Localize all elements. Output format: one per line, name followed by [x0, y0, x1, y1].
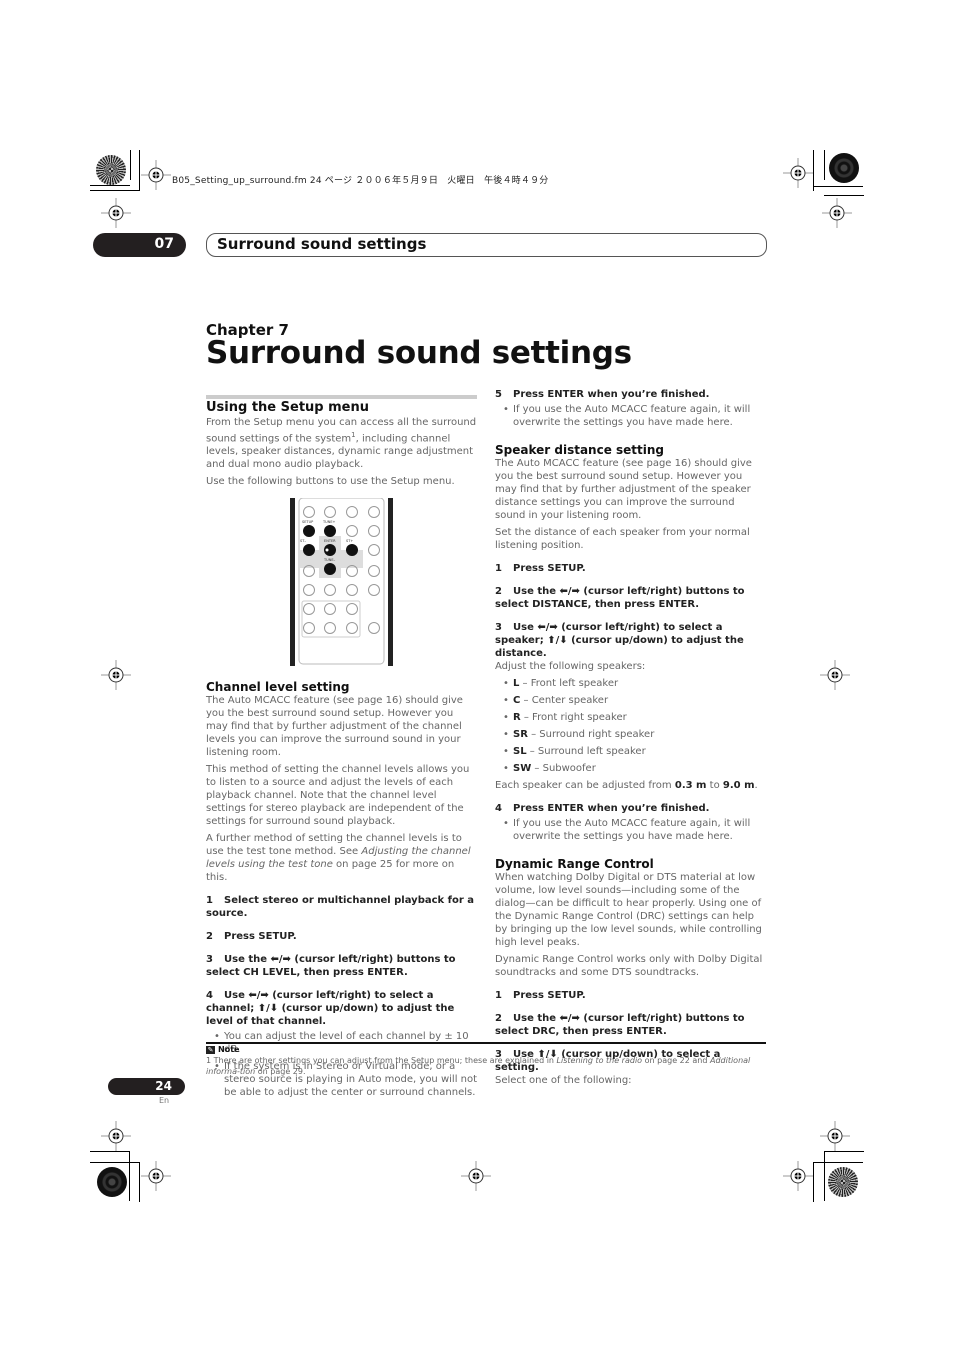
running-header-text: Surround sound settings [217, 235, 427, 253]
step: 2 Use the ⬅/➡ (cursor left/right) buttons… [495, 1013, 745, 1037]
right-column: 5Press ENTER when you’re finished. If yo… [495, 378, 767, 1091]
registration-mark-icon [783, 1161, 813, 1191]
svg-text:ENTER: ENTER [324, 539, 336, 543]
speaker-item: SR – Surround right speaker [495, 728, 767, 741]
registration-mark-icon [141, 160, 171, 190]
registration-mark-icon [820, 660, 850, 690]
registration-disk-icon [96, 155, 126, 185]
step: 3 Use the ⬅/➡ (cursor left/right) buttons… [206, 954, 456, 978]
step: 1 Select stereo or multichannel playback … [206, 895, 475, 919]
step: 2 Press SETUP. [206, 931, 297, 942]
speaker-item: L – Front left speaker [495, 677, 767, 690]
section-heading: Dynamic Range Control [495, 857, 654, 871]
paragraph: A further method of setting the channel … [206, 833, 471, 883]
crop-line [139, 1162, 140, 1202]
step: 1 Press SETUP. [495, 563, 586, 574]
crop-line [824, 195, 864, 196]
section-rule [206, 395, 477, 399]
paragraph: From the Setup menu you can access all t… [206, 417, 477, 471]
paragraph: Adjust the following speakers: [495, 661, 646, 672]
step: 4 Press ENTER when you’re finished. [495, 803, 710, 814]
crop-line [90, 1162, 140, 1163]
note-label: Note [218, 1045, 240, 1054]
crop-line [90, 1151, 130, 1152]
setup-menu-section: Using the Setup menu From the Setup menu… [206, 400, 478, 492]
crop-line [139, 150, 140, 191]
remote-control-illustration: SETUP TUNE+ ST– ENTER ST+ TUNE– [290, 497, 393, 666]
chapter-number: 07 [154, 236, 174, 252]
registration-mark-icon [461, 1161, 491, 1191]
paragraph: When watching Dolby Digital or DTS mater… [495, 872, 762, 948]
crop-line [90, 190, 140, 191]
crop-line [813, 150, 814, 191]
crop-line [824, 1151, 825, 1201]
svg-text:ST+: ST+ [346, 539, 353, 543]
language-label: En [159, 1096, 170, 1105]
paragraph: This method of setting the channel level… [206, 764, 470, 827]
step: 5 Press ENTER when you’re finished. [495, 389, 710, 400]
crop-line [130, 150, 131, 180]
page-title: Surround sound settings [206, 335, 632, 371]
step: 2 Use the ⬅/➡ (cursor left/right) buttons… [495, 586, 745, 610]
registration-mark-icon [822, 198, 852, 228]
registration-disk-icon [828, 1167, 858, 1197]
crop-line [813, 186, 863, 187]
paragraph: Set the distance of each speaker from yo… [495, 527, 750, 551]
print-header: B05_Setting_up_surround.fm 24 ページ ２００６年５… [172, 176, 549, 186]
svg-text:ST–: ST– [300, 539, 306, 543]
svg-text:SETUP: SETUP [302, 520, 313, 524]
section-heading: Channel level setting [206, 680, 350, 694]
registration-mark-icon [783, 158, 813, 188]
step: 4 Use ⬅/➡ (cursor left/right) to select a… [206, 990, 455, 1027]
svg-text:TUNE+: TUNE+ [322, 520, 336, 524]
paragraph: The Auto MCACC feature (see page 16) sho… [495, 458, 752, 521]
registration-disk-icon [97, 1167, 127, 1197]
paragraph: Each speaker can be adjusted from 0.3 m … [495, 780, 758, 791]
speaker-item: SW – Subwoofer [495, 762, 767, 775]
chapter-number-badge: 07 [93, 233, 186, 257]
bullet-item: If you use the Auto MCACC feature again,… [495, 403, 767, 429]
crop-line [129, 1151, 130, 1201]
paragraph: The Auto MCACC feature (see page 16) sho… [206, 695, 463, 758]
crop-line [824, 1151, 864, 1152]
footnote: ✎ Note 1 There are other settings you can… [206, 1045, 751, 1076]
paragraph: Use the following buttons to use the Set… [206, 476, 455, 488]
registration-disk-icon [829, 153, 859, 183]
crop-line [90, 185, 130, 186]
registration-mark-icon [101, 660, 131, 690]
registration-mark-icon [141, 1161, 171, 1191]
section-heading: Speaker distance setting [495, 443, 665, 457]
step: 1 Press SETUP. [495, 990, 586, 1001]
svg-text:TUNE–: TUNE– [323, 558, 336, 562]
channel-level-section: Channel level setting The Auto MCACC fea… [206, 680, 478, 1103]
speaker-item: R – Front right speaker [495, 711, 767, 724]
page-number-badge: 24 [108, 1078, 185, 1095]
crop-line [813, 1162, 814, 1202]
registration-mark-icon [101, 1121, 131, 1151]
registration-mark-icon [820, 1121, 850, 1151]
page-number: 24 [155, 1079, 172, 1093]
step: 3 Use ⬅/➡ (cursor left/right) to select a… [495, 622, 744, 659]
speaker-item: C – Center speaker [495, 694, 767, 707]
bullet-item: If you use the Auto MCACC feature again,… [495, 817, 767, 843]
crop-line [813, 1162, 863, 1163]
paragraph: Dynamic Range Control works only with Do… [495, 954, 763, 978]
note-icon: ✎ [206, 1046, 215, 1054]
cross-reference-link[interactable]: Listening to the radio [557, 1056, 643, 1065]
crop-line [824, 150, 825, 180]
speaker-item: SL – Surround left speaker [495, 745, 767, 758]
running-header-title: Surround sound settings [206, 233, 767, 257]
section-heading: Using the Setup menu [206, 400, 370, 415]
registration-mark-icon [101, 198, 131, 228]
